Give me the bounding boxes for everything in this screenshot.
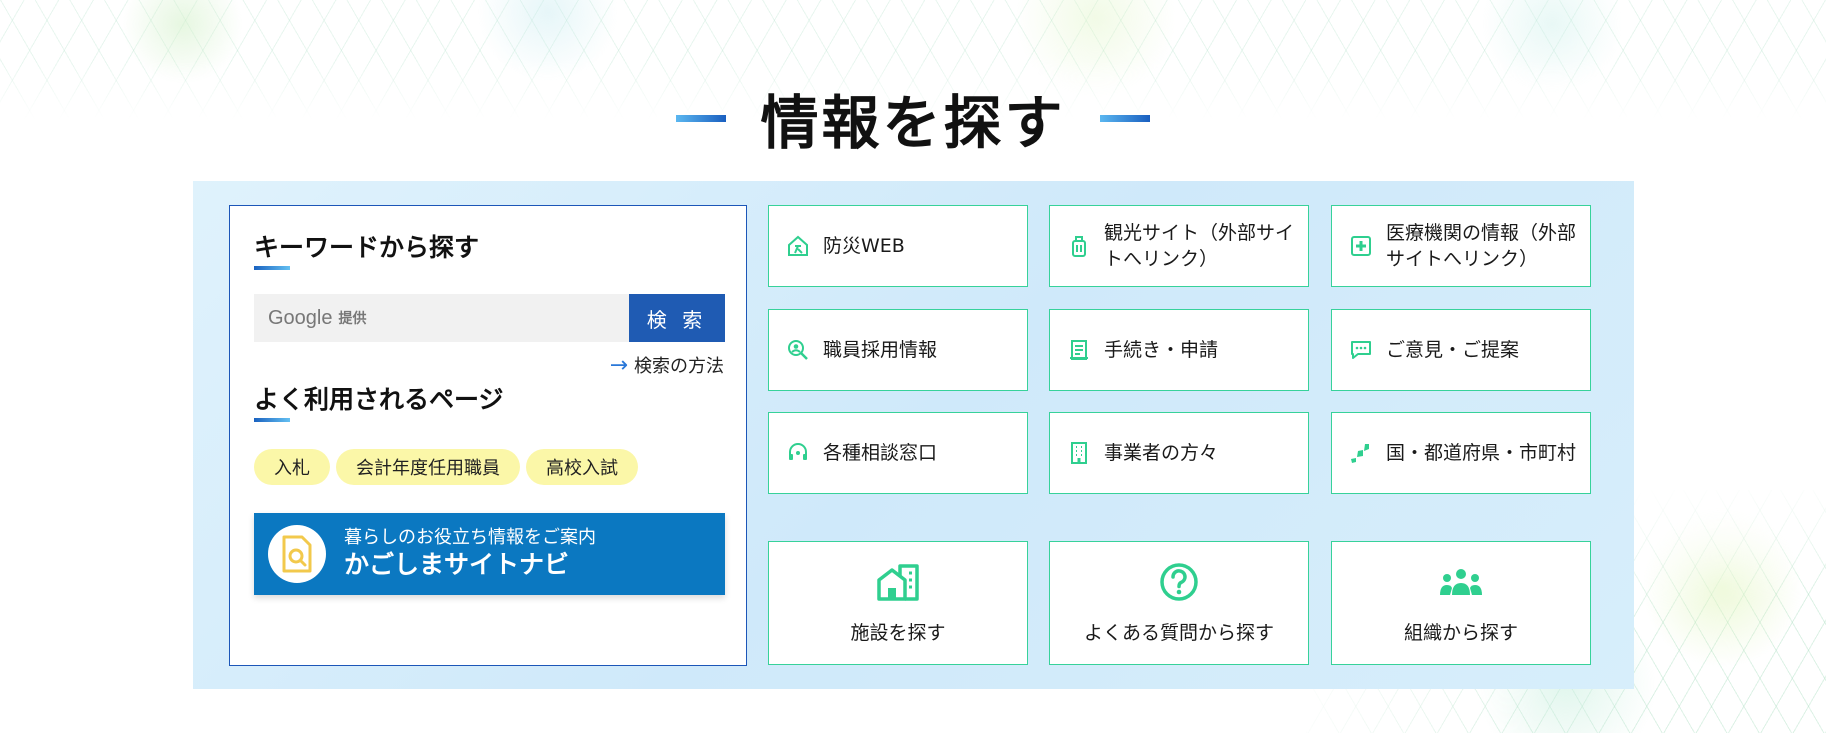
tile-medical[interactable]: 医療機関の情報（外部サイトへリンク） bbox=[1331, 205, 1591, 287]
chat-icon bbox=[1348, 337, 1374, 363]
tile-label: ご意見・ご提案 bbox=[1386, 339, 1520, 361]
tile-label: 国・都道府県・市町村 bbox=[1386, 442, 1577, 464]
disaster-icon bbox=[785, 233, 811, 259]
popular-pill[interactable]: 入札 bbox=[254, 449, 330, 485]
tile-label: 各種相談窓口 bbox=[823, 442, 938, 464]
tile-tourism[interactable]: 観光サイト（外部サイトへリンク） bbox=[1049, 205, 1309, 287]
search-input[interactable]: Google 提供 bbox=[254, 294, 629, 342]
tile-label: 施設を探す bbox=[850, 622, 946, 644]
headset-icon bbox=[785, 440, 811, 466]
tile-label: 観光サイト（外部サイトへリンク） bbox=[1104, 222, 1295, 270]
map-icon bbox=[1348, 440, 1374, 466]
google-brand: Google bbox=[268, 306, 333, 329]
tile-label: 手続き・申請 bbox=[1104, 339, 1219, 361]
popular-underline bbox=[254, 418, 290, 422]
facility-icon bbox=[876, 560, 920, 604]
keyword-card: キーワードから探す Google 提供 検 索 → 検索の方法 よく利用されるペ… bbox=[229, 205, 747, 666]
tile-procedures[interactable]: 手続き・申請 bbox=[1049, 309, 1309, 391]
tile-disaster[interactable]: 防災WEB bbox=[768, 205, 1028, 287]
navi-subtitle: 暮らしのお役立ち情報をご案内 bbox=[344, 527, 596, 548]
tile-label: 防災WEB bbox=[823, 235, 905, 257]
section-heading: 情報を探す bbox=[0, 76, 1826, 160]
keyword-title: キーワードから探す bbox=[254, 233, 480, 262]
arrow-right-icon: → bbox=[609, 352, 628, 378]
question-icon bbox=[1157, 560, 1201, 604]
tile-faq[interactable]: よくある質問から探す bbox=[1049, 541, 1309, 665]
tile-consult[interactable]: 各種相談窓口 bbox=[768, 412, 1028, 494]
search-help-link[interactable]: → 検索の方法 bbox=[610, 352, 724, 378]
form-icon bbox=[1066, 337, 1092, 363]
site-navi-banner[interactable]: 暮らしのお役立ち情報をご案内 かごしまサイトナビ bbox=[254, 513, 725, 595]
popular-title: よく利用されるページ bbox=[254, 385, 504, 414]
building-icon bbox=[1066, 440, 1092, 466]
google-sub: 提供 bbox=[338, 311, 367, 327]
tile-organization[interactable]: 組織から探す bbox=[1331, 541, 1591, 665]
medical-cross-icon bbox=[1348, 233, 1374, 259]
group-icon bbox=[1439, 560, 1483, 604]
tile-recruit[interactable]: 職員採用情報 bbox=[768, 309, 1028, 391]
luggage-icon bbox=[1066, 233, 1092, 259]
search-help-label: 検索の方法 bbox=[634, 356, 724, 377]
popular-pill[interactable]: 高校入試 bbox=[526, 449, 638, 485]
tile-opinion[interactable]: ご意見・ご提案 bbox=[1331, 309, 1591, 391]
page-title: 情報を探す bbox=[760, 89, 1066, 157]
navi-title: かごしまサイトナビ bbox=[344, 550, 570, 579]
popular-pill[interactable]: 会計年度任用職員 bbox=[336, 449, 520, 485]
tile-facility[interactable]: 施設を探す bbox=[768, 541, 1028, 665]
tile-business[interactable]: 事業者の方々 bbox=[1049, 412, 1309, 494]
tile-label: 医療機関の情報（外部サイトへリンク） bbox=[1386, 222, 1577, 270]
search-button[interactable]: 検 索 bbox=[629, 294, 725, 342]
heading-bar-left bbox=[676, 114, 727, 122]
tile-label: よくある質問から探す bbox=[1083, 622, 1274, 644]
popular-pages: 入札 会計年度任用職員 高校入試 bbox=[254, 449, 638, 485]
heading-bar-right bbox=[1099, 114, 1150, 122]
tile-label: 職員採用情報 bbox=[823, 339, 938, 361]
document-search-icon bbox=[268, 525, 326, 583]
tile-government[interactable]: 国・都道府県・市町村 bbox=[1331, 412, 1591, 494]
person-search-icon bbox=[785, 337, 811, 363]
tile-label: 組織から探す bbox=[1403, 622, 1518, 644]
tile-label: 事業者の方々 bbox=[1104, 442, 1219, 464]
search-form: Google 提供 検 索 bbox=[254, 294, 725, 342]
keyword-underline bbox=[254, 266, 290, 270]
